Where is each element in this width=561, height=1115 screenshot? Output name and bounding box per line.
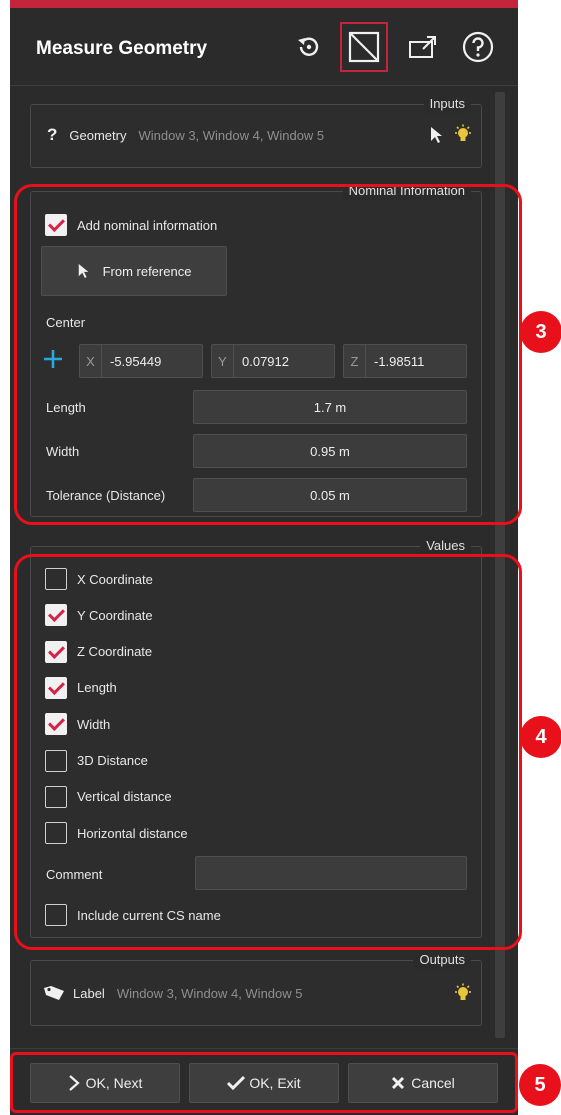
annotation-box-5 [10,1052,518,1113]
geometry-value: Window 3, Window 4, Window 5 [138,127,325,143]
geometry-mode-icon[interactable] [340,22,388,72]
annotation-badge-3: 3 [520,311,561,353]
geometry-input-row[interactable]: ? Geometry Window 3, Window 4, Window 5 [47,125,324,145]
inputs-group-title: Inputs [423,95,471,113]
output-value: Window 3, Window 4, Window 5 [116,985,303,1001]
footer-divider [10,1048,518,1049]
panel-header: Measure Geometry [10,8,518,86]
status-question-icon: ? [47,125,58,144]
outputs-label-row[interactable]: Label Window 3, Window 4, Window 5 [43,985,303,1001]
geometry-label: Geometry [69,127,127,143]
values-group-title: Values [420,537,471,555]
outputs-group-title: Outputs [413,951,471,969]
panel-title: Measure Geometry [36,38,208,59]
annotation-box-3 [14,184,522,525]
inputs-group: Inputs ? Geometry Window 3, Window 4, Wi… [30,95,482,168]
output-label: Label [73,985,105,1001]
lightbulb-icon[interactable] [453,124,473,147]
tag-icon [44,986,64,1000]
help-icon[interactable] [455,24,501,70]
undock-window-icon[interactable] [400,24,446,70]
reset-icon[interactable] [286,24,332,70]
pick-cursor-icon[interactable] [429,126,445,147]
annotation-badge-5: 5 [519,1064,561,1106]
annotation-badge-4: 4 [520,716,561,758]
annotation-box-4 [14,554,522,950]
title-accent-stripe [10,0,518,8]
outputs-group: Outputs Label Window 3, Window 4, Window… [30,951,482,1026]
output-lightbulb-icon[interactable] [453,983,473,1006]
